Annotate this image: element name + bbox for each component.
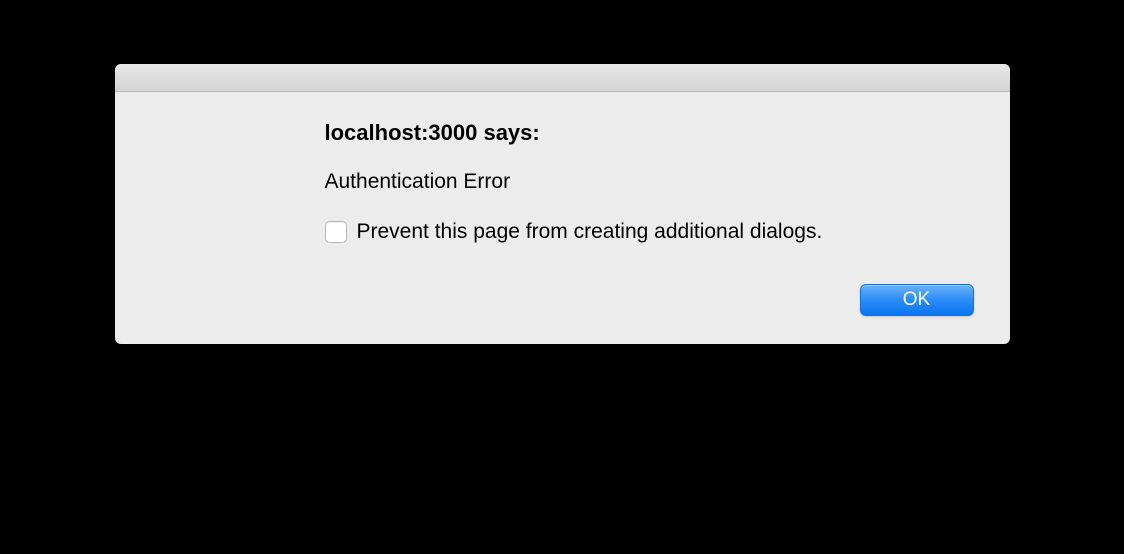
- dialog-content: localhost:3000 says: Authentication Erro…: [115, 92, 1010, 344]
- suppress-dialogs-label: Prevent this page from creating addition…: [357, 220, 823, 244]
- dialog-heading: localhost:3000 says:: [325, 120, 974, 146]
- dialog-message: Authentication Error: [325, 170, 974, 194]
- ok-button[interactable]: OK: [860, 284, 974, 316]
- dialog-titlebar: [115, 64, 1010, 92]
- suppress-dialogs-checkbox[interactable]: [325, 221, 347, 243]
- suppress-dialogs-row: Prevent this page from creating addition…: [325, 220, 974, 244]
- dialog-buttons: OK: [325, 284, 974, 316]
- alert-dialog: localhost:3000 says: Authentication Erro…: [115, 64, 1010, 344]
